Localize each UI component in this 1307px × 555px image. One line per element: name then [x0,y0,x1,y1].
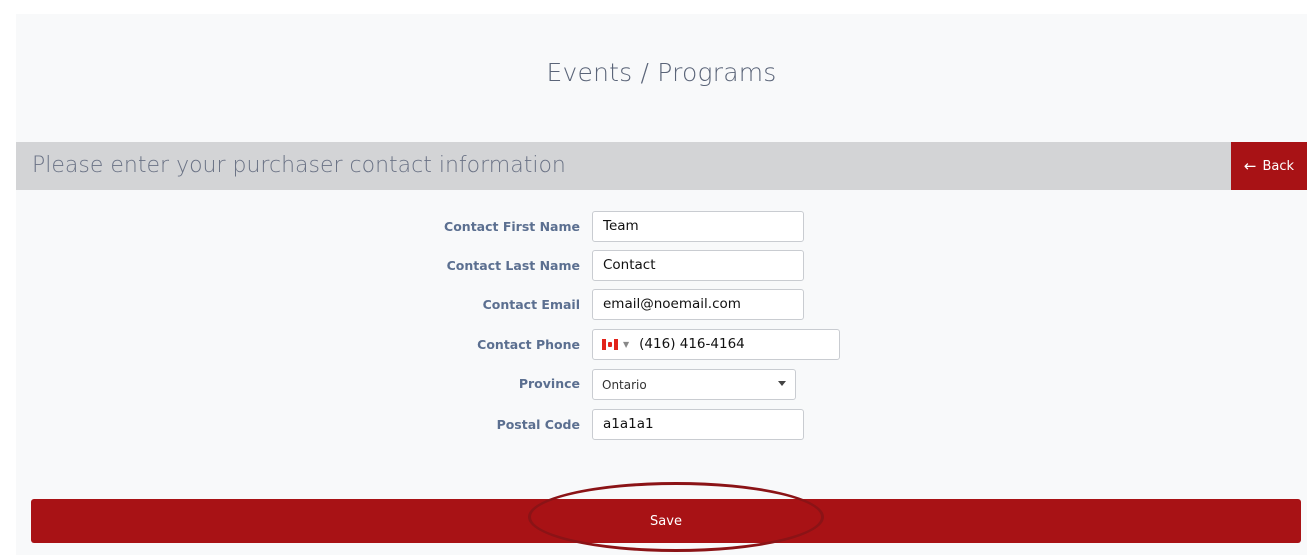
page-panel [16,14,1307,555]
email-label: Contact Email [482,297,580,312]
section-title: Please enter your purchaser contact info… [32,153,566,178]
page-title: Events / Programs [546,58,777,87]
canada-flag-icon[interactable] [602,339,618,350]
first-name-label-wrapper: Contact First Name [340,211,580,243]
postal-code-label: Postal Code [496,417,580,432]
arrow-left-icon: ← [1243,156,1257,175]
phone-value: (416) 416-4164 [639,336,745,352]
back-button[interactable]: ← Back [1231,142,1307,190]
province-selected-value: Ontario [602,378,647,392]
province-select[interactable]: Ontario [592,369,796,400]
postal-code-label-wrapper: Postal Code [340,409,580,441]
section-header-bar: Please enter your purchaser contact info… [16,142,1231,190]
province-label-wrapper: Province [340,368,580,400]
phone-label-wrapper: Contact Phone [340,329,580,361]
first-name-label: Contact First Name [444,219,580,234]
postal-code-field[interactable]: a1a1a1 [592,409,804,440]
back-button-label: Back [1262,158,1295,174]
email-label-wrapper: Contact Email [340,289,580,321]
phone-field[interactable]: ▼ (416) 416-4164 [592,329,840,360]
last-name-field[interactable]: Contact [592,250,804,281]
last-name-label-wrapper: Contact Last Name [340,250,580,282]
save-button[interactable]: Save [31,499,1301,543]
save-button-label: Save [650,513,682,529]
first-name-field[interactable]: Team [592,211,804,242]
last-name-label: Contact Last Name [446,258,580,273]
country-dropdown-caret-icon[interactable]: ▼ [623,330,629,359]
phone-label: Contact Phone [477,337,580,352]
chevron-down-icon [778,381,786,386]
province-label: Province [518,376,580,391]
email-field[interactable]: email@noemail.com [592,289,804,320]
